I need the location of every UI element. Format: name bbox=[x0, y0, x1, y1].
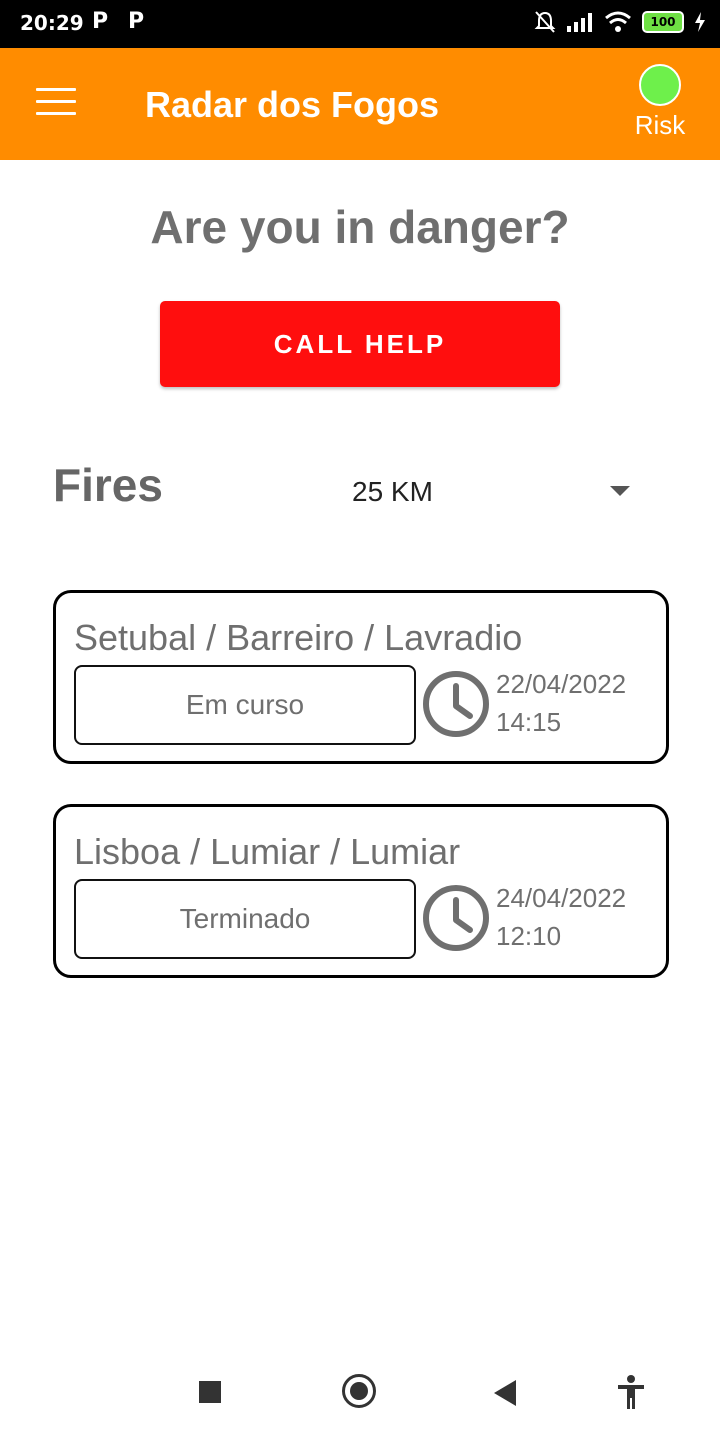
accessibility-icon[interactable] bbox=[616, 1374, 646, 1410]
fire-date: 22/04/2022 bbox=[496, 669, 627, 699]
notification-p-icon: P bbox=[92, 9, 109, 34]
recents-icon[interactable] bbox=[199, 1381, 221, 1403]
system-nav-bar bbox=[0, 1352, 720, 1432]
menu-icon[interactable] bbox=[36, 88, 76, 120]
risk-status-dot bbox=[639, 64, 681, 106]
fire-status: Em curso bbox=[74, 665, 416, 745]
clock-icon bbox=[423, 885, 489, 951]
fire-time: 12:10 bbox=[496, 921, 562, 951]
call-help-button[interactable]: CALL HELP bbox=[160, 301, 560, 387]
signal-icon bbox=[567, 13, 592, 32]
danger-question: Are you in danger? bbox=[150, 201, 570, 253]
bell-muted-icon bbox=[534, 11, 556, 33]
notification-p-icon: P bbox=[128, 9, 145, 34]
app-bar: Radar dos Fogos Risk bbox=[0, 48, 720, 160]
status-bar: 20:29 P P 100 bbox=[0, 0, 720, 48]
fire-time: 14:15 bbox=[496, 707, 562, 737]
charging-icon bbox=[695, 12, 705, 32]
fires-heading: Fires bbox=[53, 459, 163, 511]
radius-select[interactable]: 25 KM bbox=[350, 468, 650, 518]
dropdown-arrow-icon bbox=[610, 486, 630, 496]
radius-selected-value: 25 KM bbox=[352, 476, 433, 507]
fire-card[interactable]: Setubal / Barreiro / Lavradio Em curso 2… bbox=[53, 590, 669, 764]
wifi-icon bbox=[605, 11, 631, 32]
risk-indicator[interactable]: Risk bbox=[630, 64, 690, 141]
fire-location: Setubal / Barreiro / Lavradio bbox=[74, 617, 523, 658]
clock-icon bbox=[423, 671, 489, 737]
home-icon[interactable] bbox=[342, 1374, 376, 1408]
battery-icon: 100 bbox=[642, 11, 684, 33]
fire-date: 24/04/2022 bbox=[496, 883, 627, 913]
fire-card[interactable]: Lisboa / Lumiar / Lumiar Terminado 24/04… bbox=[53, 804, 669, 978]
fire-location: Lisboa / Lumiar / Lumiar bbox=[74, 831, 461, 872]
risk-label: Risk bbox=[634, 110, 686, 140]
back-icon[interactable] bbox=[494, 1380, 516, 1406]
app-title: Radar dos Fogos bbox=[145, 84, 440, 125]
status-time: 20:29 bbox=[20, 11, 84, 35]
fire-status: Terminado bbox=[74, 879, 416, 959]
status-icons: 100 bbox=[534, 10, 706, 34]
